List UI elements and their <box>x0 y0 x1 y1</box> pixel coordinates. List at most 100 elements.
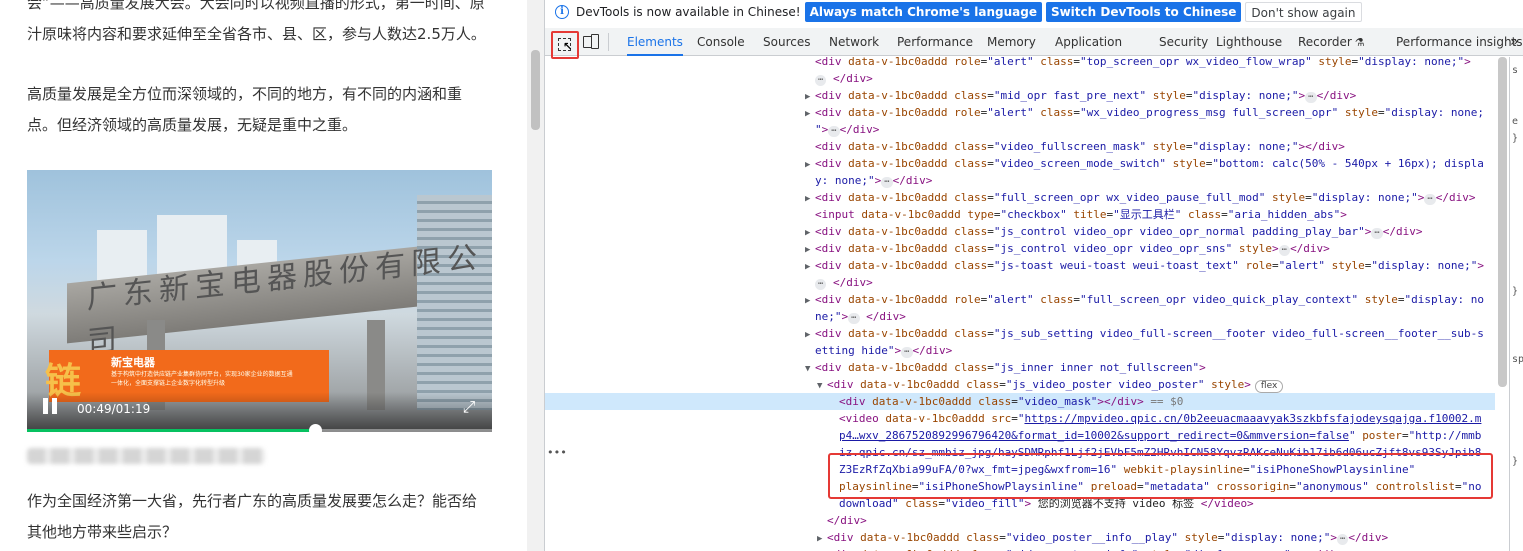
dom-line[interactable]: ▶<div data-v-1bc0addd class="video_poste… <box>545 529 1495 546</box>
styles-side-panel[interactable]: s e}} sp} <box>1509 57 1523 551</box>
progress-knob[interactable] <box>309 424 323 432</box>
video-player[interactable]: 广东新宝电器股份有限公司 新宝电器 基于构筑中打造供应链产业集群协同平台，实现3… <box>27 170 492 432</box>
dom-line[interactable]: etting hide"> ⋯ </div> <box>545 342 1495 359</box>
dom-line-code: <div data-v-1bc0addd role="alert" class=… <box>815 293 1484 306</box>
infobar-text: DevTools is now available in Chinese! <box>576 4 801 19</box>
dom-line[interactable]: ▶ <div data-v-1bc0addd class="js_control … <box>545 240 1495 257</box>
dom-line[interactable]: ▶ <div data-v-1bc0addd class="full_screen… <box>545 189 1495 206</box>
tab-sources[interactable]: Sources <box>763 28 810 56</box>
dom-line-code: ⋯ </div> <box>815 72 873 86</box>
paragraph-line: 点。但经济领域的高质量发展，无疑是重中之重。 <box>27 116 358 134</box>
dom-line[interactable]: ▼ <div data-v-1bc0addd class="js_video_po… <box>545 376 1495 393</box>
styles-fragment: sp <box>1512 354 1523 365</box>
always-match-language-button[interactable]: Always match Chrome's language <box>804 1 1042 22</box>
tab-application[interactable]: Application <box>1055 28 1122 56</box>
dom-line-code: etting hide"> ⋯ </div> <box>815 344 953 358</box>
tab-label: Recorder <box>1298 35 1352 49</box>
gutter-ellipsis-icon[interactable]: ••• <box>547 446 567 459</box>
page-scrollbar[interactable] <box>527 0 544 551</box>
dom-line-code: <input data-v-1bc0addd type="checkbox" t… <box>815 208 1347 221</box>
dom-line[interactable]: ▶ <div data-v-1bc0addd class="js_control … <box>545 223 1495 240</box>
tab-label: Security <box>1159 35 1209 49</box>
progress-fill <box>27 429 316 432</box>
page-scrollbar-thumb[interactable] <box>531 50 540 130</box>
elements-scrollbar-thumb[interactable] <box>1498 57 1507 387</box>
dom-line[interactable]: <div data-v-1bc0addd class="video_mask">… <box>545 393 1495 410</box>
video-time: 00:49/01:19 <box>77 402 151 416</box>
tab-separator <box>608 33 609 51</box>
tab-network[interactable]: Network <box>829 28 879 56</box>
dom-line[interactable]: ▶ <div data-v-1bc0addd class="mid_opr fas… <box>545 87 1495 104</box>
dom-line[interactable]: ▶ <div data-v-1bc0addd role="alert" class… <box>545 291 1495 308</box>
styles-fragment: } <box>1512 286 1519 297</box>
info-icon: i <box>555 4 569 19</box>
tab-security[interactable]: Security <box>1159 28 1208 56</box>
dom-line[interactable]: <input data-v-1bc0addd type="checkbox" t… <box>545 206 1495 223</box>
video-progress-bar[interactable] <box>27 424 492 432</box>
paragraph-line: 其他地方带来些启示？ <box>27 523 178 541</box>
tab-label: Network <box>829 35 880 49</box>
paragraph-line: 高质量发展是全方位而深领域的，不同的地方，有不同的内涵和重 <box>27 85 463 103</box>
dom-line-code: <video data-v-1bc0addd src="https://mpvi… <box>839 412 1482 425</box>
dom-line[interactable]: ▶<div data-v-1bc0addd class="video_poste… <box>545 546 1495 551</box>
dom-line-code: y: none;"> ⋯ </div> <box>815 174 933 188</box>
devtools-panel: i DevTools is now available in Chinese! … <box>544 0 1523 551</box>
tab-label: Performance <box>897 35 974 49</box>
dom-line[interactable]: p4…wxv_2867520892996796420&format_id=100… <box>545 427 1495 444</box>
tab-lighthouse[interactable]: Lighthouse <box>1216 28 1282 56</box>
dom-line[interactable]: ne;"> ⋯ </div> <box>545 308 1495 325</box>
tab-recorder[interactable]: Recorder ⚗ <box>1298 28 1365 56</box>
tab-label: Console <box>697 35 745 49</box>
dom-line[interactable]: ▼ <div data-v-1bc0addd class="js_inner in… <box>545 359 1495 376</box>
elements-scrollbar[interactable] <box>1495 57 1509 551</box>
device-toolbar-icon[interactable] <box>582 33 600 51</box>
tab-performance[interactable]: Performance <box>897 28 973 56</box>
device-tablet-shape <box>591 34 599 49</box>
language-infobar: i DevTools is now available in Chinese! … <box>545 0 1523 23</box>
inspect-element-button[interactable] <box>551 31 579 59</box>
paragraph-line: 作为全国经济第一大省，先行者广东的高质量发展要怎么走？能否给 <box>27 492 478 510</box>
tab-elements[interactable]: Elements <box>627 28 683 56</box>
pause-icon[interactable] <box>41 396 61 416</box>
dom-line-code: <div data-v-1bc0addd class="js_control v… <box>815 225 1423 239</box>
banner-subtitle: 一体化，全面支撑链上企业数字化转型升级 <box>111 380 226 387</box>
dom-line[interactable]: ⋯ </div> <box>545 70 1495 87</box>
dom-line[interactable]: ▶ <div data-v-1bc0addd class="video_scree… <box>545 155 1495 172</box>
dom-line[interactable]: ▶ <div data-v-1bc0addd role="alert" class… <box>545 104 1495 121</box>
dom-line-code: </div> <box>827 514 867 527</box>
dom-line-code: <div data-v-1bc0addd class="js_inner inn… <box>815 361 1206 374</box>
dom-line[interactable]: "> ⋯ </div> <box>545 121 1495 138</box>
tab-memory[interactable]: Memory <box>987 28 1036 56</box>
switch-to-chinese-button[interactable]: Switch DevTools to Chinese <box>1045 1 1242 22</box>
dom-line[interactable]: </div> <box>545 512 1495 529</box>
tab-label: Memory <box>987 35 1036 49</box>
paragraph-line: 汁原味将内容和要求延伸至全省各市、县、区，参与人数达2.5万人。 <box>27 25 486 43</box>
dom-line[interactable]: <div data-v-1bc0addd role="alert" class=… <box>545 57 1495 70</box>
dom-line[interactable]: ▶ <div data-v-1bc0addd class="js_sub_sett… <box>545 325 1495 342</box>
dom-line[interactable]: y: none;"> ⋯ </div> <box>545 172 1495 189</box>
tab-label: Lighthouse <box>1216 35 1283 49</box>
dom-line[interactable]: ▶ <div data-v-1bc0addd class="js-toast we… <box>545 257 1495 274</box>
tab-performance-insights[interactable]: Performance insights⚗ <box>1396 28 1523 56</box>
styles-fragment: e <box>1512 116 1519 127</box>
styles-fragment: s <box>1512 65 1519 76</box>
fullscreen-icon[interactable]: ⤢ <box>460 398 478 416</box>
dom-line[interactable]: <div data-v-1bc0addd class="video_fullsc… <box>545 138 1495 155</box>
dom-line[interactable]: <video data-v-1bc0addd src="https://mpvi… <box>545 410 1495 427</box>
dont-show-again-button[interactable]: Don't show again <box>1245 1 1362 22</box>
flask-icon: ⚗ <box>1354 36 1365 49</box>
paragraph-line: 会”——高质量发展大会。大会同时以视频直播的形式，第一时间、原 <box>27 0 485 12</box>
more-tabs-chevron-icon[interactable]: » <box>1510 28 1523 56</box>
tab-console[interactable]: Console <box>697 28 745 56</box>
article-panel: 会”——高质量发展大会。大会同时以视频直播的形式，第一时间、原 汁原味将内容和要… <box>0 0 527 551</box>
tab-label: Application <box>1055 35 1123 49</box>
blurred-caption <box>27 448 265 464</box>
styles-fragment: } <box>1512 456 1519 467</box>
dom-line[interactable]: ⋯ </div> <box>545 274 1495 291</box>
dom-line-code: <div data-v-1bc0addd class="js_control v… <box>815 242 1330 256</box>
dom-line-code: <div data-v-1bc0addd class="js_sub_setti… <box>815 327 1484 340</box>
dom-line-code: <div data-v-1bc0addd class="video_poster… <box>827 531 1389 545</box>
elements-dom-tree[interactable]: <div data-v-1bc0addd role="alert" class=… <box>545 57 1495 551</box>
article-paragraph-3: 作为全国经济第一大省，先行者广东的高质量发展要怎么走？能否给 其他地方带来些启示… <box>27 486 497 548</box>
dom-line-code: <div data-v-1bc0addd class="mid_opr fast… <box>815 89 1357 103</box>
